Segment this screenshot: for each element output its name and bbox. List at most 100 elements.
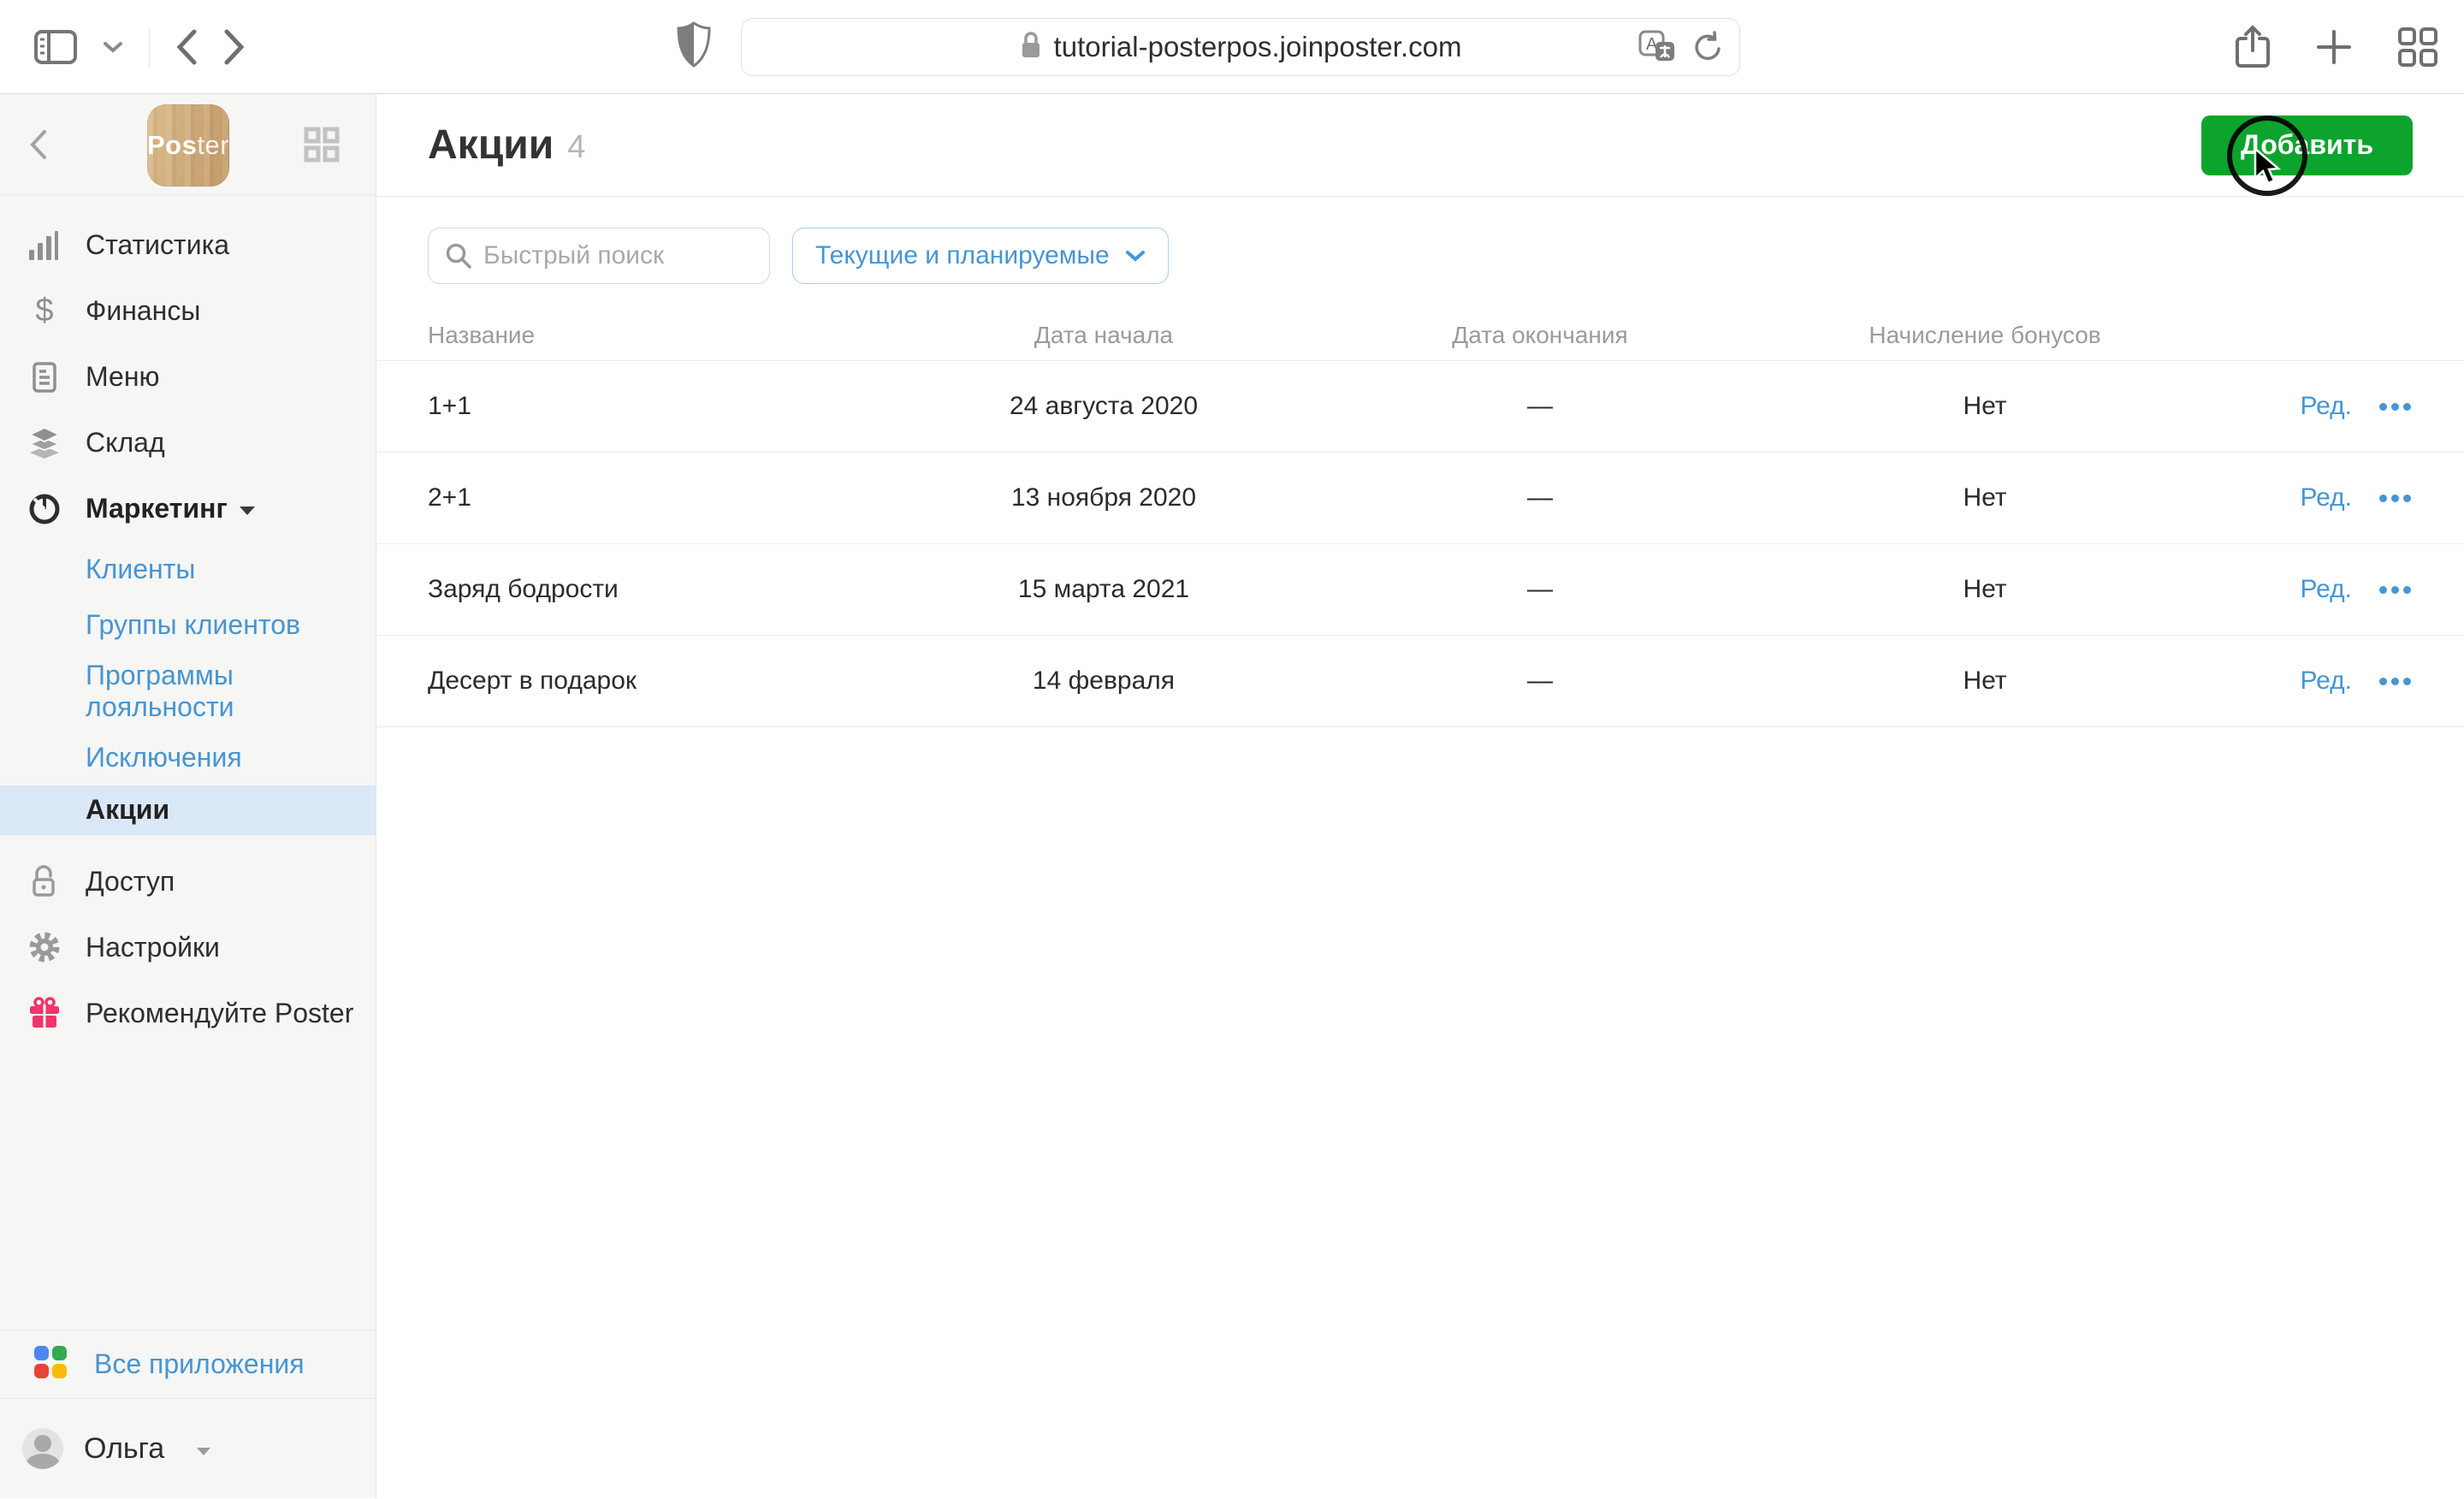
search-input[interactable]: [428, 228, 770, 284]
more-actions-icon[interactable]: [2378, 398, 2413, 416]
sidebar-spacer: [0, 1046, 376, 1330]
promo-start-date: 13 ноября 2020: [873, 483, 1335, 513]
table-row[interactable]: 1+1 24 августа 2020 — Нет Ред.: [376, 361, 2464, 453]
page-title: Акции: [428, 121, 554, 169]
sidebar-item-promotions-active[interactable]: Акции: [0, 785, 376, 835]
sidebar-item-recommend[interactable]: Рекомендуйте Poster: [0, 981, 376, 1046]
reload-icon[interactable]: [1691, 30, 1724, 64]
marketing-submenu: Клиенты Группы клиентов Программы лояльн…: [0, 542, 376, 835]
gear-icon: [27, 931, 62, 963]
forward-icon[interactable]: [223, 29, 246, 65]
privacy-shield-icon[interactable]: [676, 21, 712, 68]
promo-name: 1+1: [428, 392, 873, 421]
poster-logo[interactable]: Poster: [147, 104, 229, 187]
promo-start-date: 15 марта 2021: [873, 575, 1335, 604]
sidebar-item-settings[interactable]: Настройки: [0, 915, 376, 981]
sidebar-item-label: Склад: [86, 427, 165, 459]
sidebar-item-label: Меню: [86, 361, 159, 393]
address-bar[interactable]: tutorial-posterpos.joinposter.com A: [741, 18, 1740, 76]
edit-link[interactable]: Ред.: [2300, 392, 2352, 421]
more-actions-icon[interactable]: [2378, 489, 2413, 507]
sidebar-subitem-label: Клиенты: [86, 554, 195, 585]
user-menu[interactable]: Ольга: [0, 1398, 376, 1498]
table-row[interactable]: 2+1 13 ноября 2020 — Нет Ред.: [376, 453, 2464, 544]
promo-end-date: —: [1335, 575, 1745, 604]
main-content: Акции 4 Добавить Текущие и планиру: [376, 94, 2464, 1498]
bar-chart-icon: [27, 231, 62, 260]
sidebar-item-stock[interactable]: Склад: [0, 410, 376, 476]
page-count: 4: [567, 129, 585, 166]
sidebar-subitem-label: Группы клиентов: [86, 609, 300, 641]
edit-link[interactable]: Ред.: [2300, 575, 2352, 604]
status-filter-dropdown[interactable]: Текущие и планируемые: [792, 228, 1169, 284]
add-button[interactable]: Добавить: [2201, 116, 2413, 175]
sidebar-item-label: Настройки: [86, 932, 220, 963]
promo-start-date: 24 августа 2020: [873, 392, 1335, 421]
column-header-end-date: Дата окончания: [1335, 322, 1745, 349]
back-icon[interactable]: [175, 29, 198, 65]
promo-name: 2+1: [428, 483, 873, 513]
sidebar-item-client-groups[interactable]: Группы клиентов: [0, 597, 376, 653]
new-tab-icon[interactable]: [2315, 28, 2353, 66]
translate-icon[interactable]: A: [1638, 30, 1676, 64]
promo-name: Заряд бодрости: [428, 575, 873, 604]
page-header: Акции 4 Добавить: [376, 94, 2464, 197]
apps-grid-icon[interactable]: [304, 127, 340, 163]
sidebar-subitem-label: Программы лояльности: [86, 660, 350, 723]
sidebar-toggle-icon[interactable]: [34, 30, 77, 64]
promo-name: Десерт в подарок: [428, 667, 873, 696]
controls-row: Текущие и планируемые: [376, 197, 2464, 284]
sidebar: Poster: [0, 94, 376, 1498]
sidebar-item-loyalty-programs[interactable]: Программы лояльности: [0, 653, 376, 730]
edit-link[interactable]: Ред.: [2300, 667, 2352, 696]
tab-overview-icon[interactable]: [2397, 27, 2438, 68]
table-row[interactable]: Заряд бодрости 15 марта 2021 — Нет Ред.: [376, 544, 2464, 636]
pie-chart-icon: [27, 493, 62, 525]
sidebar-subitem-label: Акции: [86, 794, 169, 826]
sidebar-item-label: Доступ: [86, 866, 175, 898]
sidebar-item-label: Финансы: [86, 295, 200, 327]
more-actions-icon[interactable]: [2378, 672, 2413, 690]
gift-icon: [27, 997, 62, 1029]
poster-logo-text: Poster: [147, 130, 229, 161]
sidebar-item-label: Рекомендуйте Poster: [86, 998, 353, 1029]
document-icon: [27, 362, 62, 393]
table-row[interactable]: Десерт в подарок 14 февраля — Нет Ред.: [376, 636, 2464, 727]
browser-toolbar: tutorial-posterpos.joinposter.com A: [0, 0, 2464, 94]
layers-icon: [27, 428, 62, 459]
promo-bonus: Нет: [1745, 667, 2224, 696]
browser-window: tutorial-posterpos.joinposter.com A: [0, 0, 2464, 1499]
chevron-down-icon: [1125, 249, 1146, 263]
sidebar-back-icon[interactable]: [29, 129, 48, 160]
all-apps-icon: [33, 1344, 68, 1384]
sidebar-item-marketing[interactable]: Маркетинг: [0, 476, 376, 542]
all-apps-label: Все приложения: [94, 1348, 305, 1380]
all-apps-link[interactable]: Все приложения: [0, 1330, 376, 1398]
promo-bonus: Нет: [1745, 392, 2224, 421]
sidebar-item-exclusions[interactable]: Исключения: [0, 730, 376, 785]
promo-bonus: Нет: [1745, 483, 2224, 513]
sidebar-item-menu[interactable]: Меню: [0, 344, 376, 410]
lock-icon: [1020, 31, 1042, 64]
sidebar-item-label: Статистика: [86, 229, 229, 261]
edit-link[interactable]: Ред.: [2300, 483, 2352, 513]
column-header-start-date: Дата начала: [873, 322, 1335, 349]
user-name: Ольга: [84, 1432, 164, 1466]
status-filter-label: Текущие и планируемые: [815, 241, 1110, 270]
promo-end-date: —: [1335, 667, 1745, 696]
promo-end-date: —: [1335, 483, 1745, 513]
share-icon[interactable]: [2235, 25, 2271, 69]
sidebar-item-clients[interactable]: Клиенты: [0, 542, 376, 597]
lock-open-icon: [27, 865, 62, 898]
chevron-down-icon: [240, 507, 255, 515]
column-header-bonus: Начисление бонусов: [1745, 322, 2224, 349]
dollar-icon: $: [27, 293, 62, 329]
sidebar-item-statistics[interactable]: Статистика: [0, 212, 376, 278]
more-actions-icon[interactable]: [2378, 581, 2413, 599]
sidebar-item-access[interactable]: Доступ: [0, 849, 376, 915]
avatar: [22, 1428, 63, 1469]
sidebar-nav: Статистика $ Финансы Меню: [0, 195, 376, 1046]
sidebar-item-finance[interactable]: $ Финансы: [0, 278, 376, 344]
sidebar-toggle-chevron-down-icon[interactable]: [103, 40, 123, 54]
promotions-table: Название Дата начала Дата окончания Начи…: [376, 310, 2464, 727]
